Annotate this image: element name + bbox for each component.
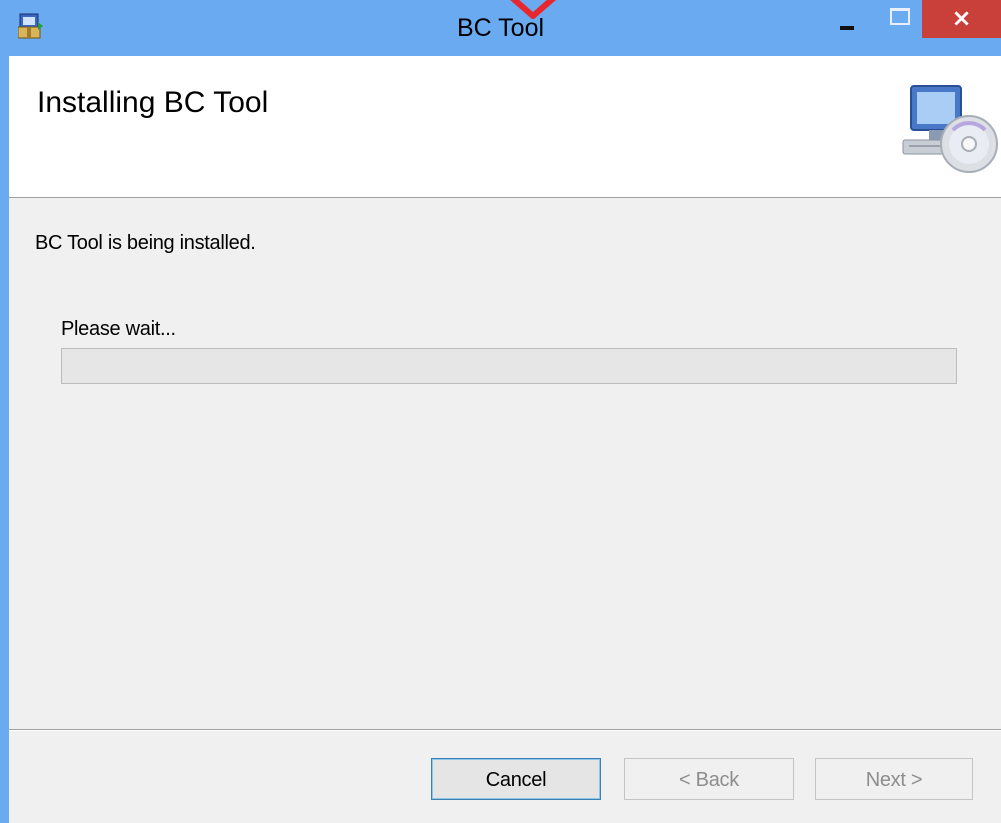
minimize-button[interactable] bbox=[818, 0, 874, 38]
computer-disc-setup-icon bbox=[902, 85, 998, 173]
install-progress-bar bbox=[61, 348, 957, 384]
page-title: Installing BC Tool bbox=[37, 86, 269, 119]
please-wait-label: Please wait... bbox=[61, 318, 176, 340]
install-status-text: BC Tool is being installed. bbox=[35, 232, 256, 254]
back-button[interactable]: < Back bbox=[624, 758, 794, 800]
title-bar[interactable]: BC Tool × bbox=[0, 0, 1001, 56]
installer-window: BC Tool × Installing BC Tool BC Tool is … bbox=[0, 0, 1001, 823]
red-annotation-marker bbox=[510, 0, 556, 19]
client-area: Installing BC Tool BC Tool is being inst… bbox=[9, 56, 1001, 823]
cancel-button[interactable]: Cancel bbox=[431, 758, 601, 800]
footer-divider-highlight bbox=[9, 730, 1001, 731]
next-button[interactable]: Next > bbox=[815, 758, 973, 800]
close-button[interactable]: × bbox=[922, 0, 1001, 38]
maximize-button[interactable] bbox=[874, 0, 922, 38]
header-banner: Installing BC Tool bbox=[9, 56, 1001, 198]
